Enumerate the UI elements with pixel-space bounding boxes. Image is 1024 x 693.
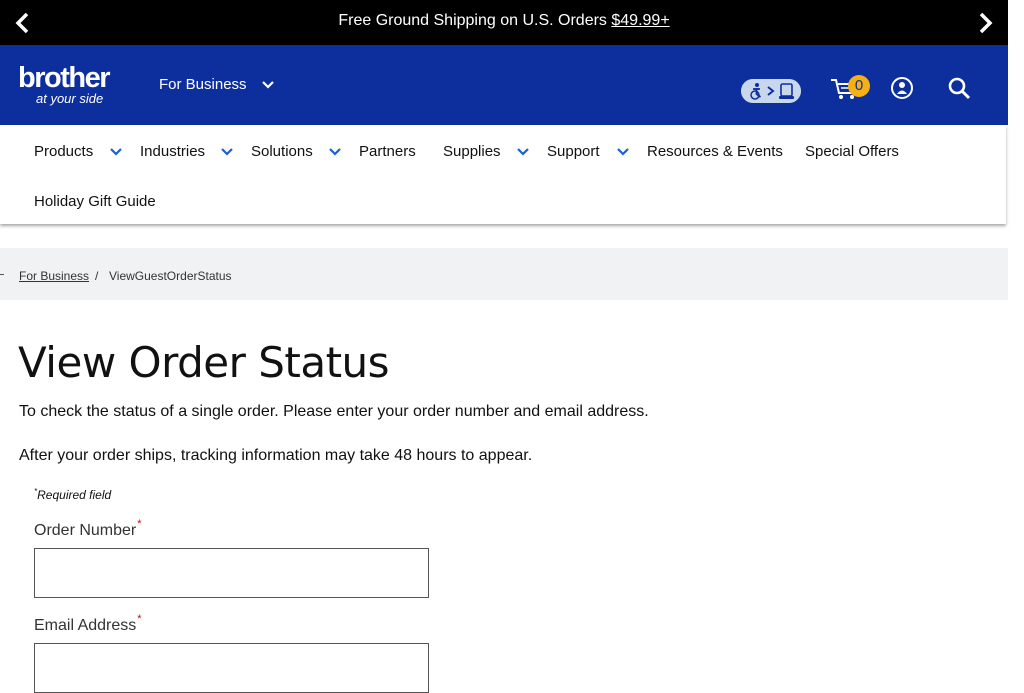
- nav-item-resources-events[interactable]: Resources & Events: [647, 143, 783, 160]
- nav-item-special-offers[interactable]: Special Offers: [805, 143, 899, 160]
- search-icon[interactable]: [947, 76, 971, 100]
- order-number-label: Order Number*: [34, 518, 142, 539]
- segment-selector[interactable]: For Business: [159, 76, 247, 93]
- breadcrumb-current: ViewGuestOrderStatus: [109, 269, 232, 283]
- breadcrumb-marker: [0, 274, 4, 275]
- required-asterisk: *: [137, 518, 142, 530]
- user-icon[interactable]: [890, 76, 914, 100]
- breadcrumb-separator: /: [95, 269, 99, 283]
- logo-brand: brother: [18, 62, 111, 94]
- chevron-down-icon[interactable]: [260, 78, 276, 92]
- nav-item-holiday-gift-guide[interactable]: Holiday Gift Guide: [34, 193, 156, 210]
- nav-item-products[interactable]: Products: [34, 143, 93, 160]
- nav-item-partners[interactable]: Partners: [359, 143, 416, 160]
- chevron-down-icon[interactable]: [109, 147, 123, 157]
- breadcrumb-home-link[interactable]: For Business: [19, 269, 89, 283]
- nav-item-industries[interactable]: Industries: [140, 143, 205, 160]
- required-asterisk: *: [137, 613, 142, 625]
- promo-text: Free Ground Shipping on U.S. Orders $49.…: [338, 12, 670, 29]
- email-address-input[interactable]: [34, 643, 429, 693]
- email-address-label: Email Address*: [34, 613, 142, 634]
- intro-text: To check the status of a single order. P…: [19, 403, 649, 420]
- breadcrumb: For Business / ViewGuestOrderStatus: [0, 248, 1008, 300]
- page-title: View Order Status: [18, 338, 390, 387]
- chevron-down-icon[interactable]: [328, 147, 342, 157]
- chevron-down-icon[interactable]: [220, 147, 234, 157]
- chevron-down-icon[interactable]: [616, 147, 630, 157]
- tracking-note: After your order ships, tracking informa…: [19, 447, 533, 464]
- nav-item-supplies[interactable]: Supplies: [443, 143, 501, 160]
- accessibility-icon[interactable]: [741, 79, 801, 103]
- order-number-input[interactable]: [34, 548, 429, 598]
- brother-logo[interactable]: brother at your side: [18, 63, 128, 108]
- promo-price-link[interactable]: $49.99+: [611, 12, 669, 29]
- site-header: brother at your side For Business 0: [0, 45, 1008, 125]
- main-nav: Products Industries Solutions Partners S…: [0, 125, 1006, 224]
- required-field-note: *Required field: [34, 487, 112, 502]
- chevron-right-icon[interactable]: [974, 10, 996, 36]
- cart-count-badge: 0: [848, 75, 870, 97]
- nav-item-solutions[interactable]: Solutions: [251, 143, 313, 160]
- promo-bar: Free Ground Shipping on U.S. Orders $49.…: [0, 0, 1008, 45]
- chevron-down-icon[interactable]: [516, 147, 530, 157]
- nav-item-support[interactable]: Support: [547, 143, 600, 160]
- logo-tagline: at your side: [36, 91, 104, 106]
